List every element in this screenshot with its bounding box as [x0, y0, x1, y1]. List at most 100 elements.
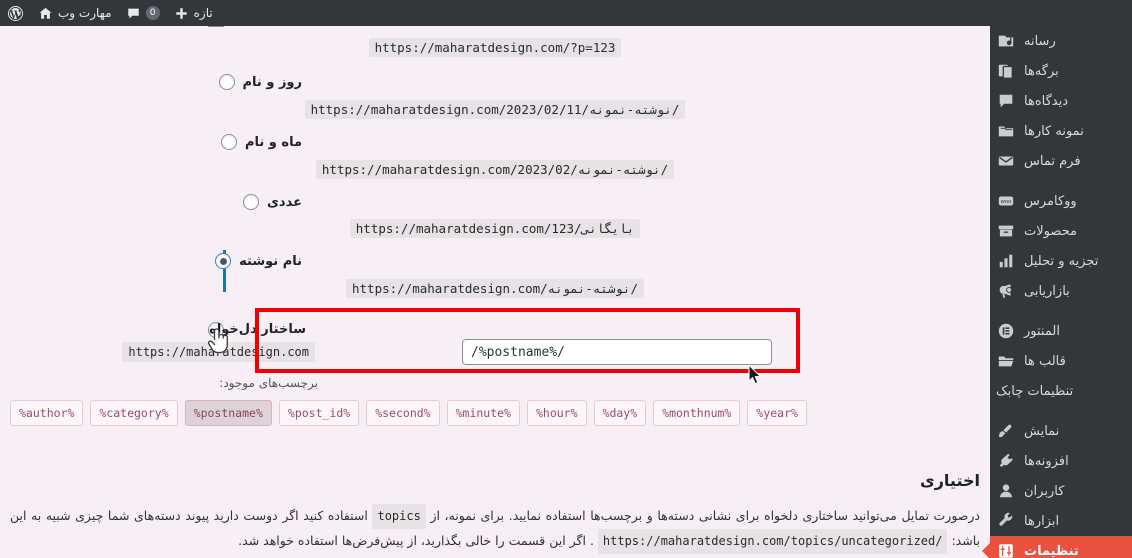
comment-icon: [126, 6, 141, 21]
menu-separator-3: [990, 406, 1132, 416]
permalink-radio-day-name[interactable]: [218, 74, 235, 90]
wordpress-logo-icon: [7, 5, 24, 22]
permalink-radio-post-name[interactable]: [215, 253, 232, 269]
tag-button-post-id[interactable]: %post_id%: [278, 400, 360, 426]
sidebar-item-media[interactable]: رسانه: [990, 26, 1132, 56]
sidebar-label-plugins: افزونه‌ها: [1024, 454, 1069, 469]
svg-text:woo: woo: [1001, 199, 1012, 205]
analytics-bars-icon: [996, 251, 1016, 271]
permalink-option-post-name[interactable]: نام نوشته: [215, 253, 302, 269]
sidebar-item-analytics[interactable]: تجزیه و تحلیل: [990, 246, 1132, 276]
permalink-option-month-name[interactable]: ماه و نام: [220, 134, 302, 150]
sidebar-label-comments: دیدگاه‌ها: [1024, 94, 1069, 109]
mouse-pointer-cursor-icon: [748, 363, 762, 389]
sidebar-item-plugins[interactable]: افزونه‌ها: [990, 446, 1132, 476]
permalink-example-plain-row: https://maharatdesign.com/?p=123: [0, 37, 990, 57]
optional-section-description: درصورت تمایل می‌توانید ساختاری دلخواه بر…: [10, 504, 980, 554]
adminbar-comments[interactable]: 0: [119, 0, 167, 26]
tag-button-hour[interactable]: %hour%: [526, 400, 587, 426]
sidebar-label-tools: ابزارها: [1024, 514, 1060, 529]
products-box-icon: [996, 221, 1016, 241]
permalink-label-day-name: روز و نام: [242, 74, 302, 90]
sidebar-label-media: رسانه: [1024, 34, 1056, 49]
adminbar-new-content[interactable]: تازه: [167, 0, 220, 26]
available-tags-label: برچسب‌های موجود:: [219, 376, 318, 390]
tag-button-postname[interactable]: %postname%: [184, 400, 272, 426]
tag-button-day[interactable]: %day%: [593, 400, 647, 426]
permalink-label-numeric: عددی: [267, 194, 302, 210]
settings-sliders-icon: [996, 541, 1016, 558]
custom-structure-input[interactable]: [462, 339, 772, 365]
sidebar-item-products[interactable]: محصولات: [990, 216, 1132, 246]
adminbar-site-name[interactable]: مهارت وب: [31, 0, 119, 26]
sidebar-item-comments[interactable]: دیدگاه‌ها: [990, 86, 1132, 116]
sidebar-item-users[interactable]: کاربران: [990, 476, 1132, 506]
permalink-label-post-name: نام نوشته: [239, 253, 302, 269]
sidebar-item-woocommerce[interactable]: woo ووکامرس: [990, 186, 1132, 216]
permalink-radio-month-name[interactable]: [220, 134, 237, 150]
appearance-brush-icon: [996, 421, 1016, 441]
permalink-example-month-name: https://maharatdesign.com/2023/02/نوشته-…: [315, 160, 675, 179]
elementor-icon: [996, 321, 1016, 341]
pages-icon: [996, 61, 1016, 81]
sidebar-item-templates[interactable]: قالب ها: [990, 346, 1132, 376]
permalink-example-numeric: https://maharatdesign.com/123/بایگانی: [349, 219, 641, 238]
sidebar-label-woocommerce: ووکامرس: [1024, 194, 1077, 209]
adminbar-wordpress-logo[interactable]: [0, 0, 31, 26]
sidebar-label-templates: قالب ها: [1024, 354, 1066, 369]
media-icon: [996, 31, 1016, 51]
tag-button-author[interactable]: %author%: [10, 400, 84, 426]
tag-button-second[interactable]: %second%: [366, 400, 440, 426]
menu-separator-1: [990, 176, 1132, 186]
tools-wrench-icon: [996, 511, 1016, 531]
sidebar-label-pages: برگه‌ها: [1024, 64, 1059, 79]
sidebar-label-analytics: تجزیه و تحلیل: [1024, 254, 1099, 269]
permalink-radio-numeric[interactable]: [243, 194, 260, 210]
sidebar-label-users: کاربران: [1024, 484, 1065, 499]
sidebar-label-products: محصولات: [1024, 224, 1077, 239]
adminbar-comment-count: 0: [145, 6, 160, 20]
sidebar-item-chabok-settings[interactable]: تنظیمات چابک: [990, 376, 1132, 406]
tag-button-monthnum[interactable]: %monthnum%: [653, 400, 741, 426]
optional-text-part3: . اگر این قسمت را خالی بگذارید، از پیش‌ف…: [238, 532, 594, 548]
marketing-megaphone-icon: [996, 281, 1016, 301]
adminbar-site-name-label: مهارت وب: [58, 6, 112, 20]
optional-code-example-url: https://maharatdesign.com/topics/uncateg…: [597, 528, 948, 554]
sidebar-label-settings: تنظیمات: [1024, 544, 1079, 558]
sidebar-label-chabok-settings: تنظیمات چابک: [996, 384, 1074, 399]
sidebar-item-marketing[interactable]: بازاریابی: [990, 276, 1132, 306]
permalink-option-numeric[interactable]: عددی: [243, 194, 302, 210]
permalink-option-day-name[interactable]: روز و نام: [218, 74, 302, 90]
plus-icon: [174, 6, 189, 21]
optional-code-topics: topics: [372, 504, 426, 529]
optional-section-title: اختیاری: [920, 471, 980, 490]
sidebar-item-portfolio[interactable]: نمونه کارها: [990, 116, 1132, 146]
permalink-tag-buttons: %author% %category% %postname% %post_id%…: [10, 400, 807, 426]
optional-text-part1: درصورت تمایل می‌توانید ساختاری دلخواه بر…: [430, 508, 980, 523]
tag-button-year[interactable]: %year%: [747, 400, 807, 426]
admin-bar: مهارت وب 0 تازه: [0, 0, 1132, 26]
tag-button-minute[interactable]: %minute%: [446, 400, 520, 426]
custom-structure-prefix: https://maharatdesign.com: [122, 342, 315, 362]
plugins-plug-icon: [996, 451, 1016, 471]
sidebar-item-settings[interactable]: تنظیمات: [982, 536, 1132, 558]
woocommerce-icon: woo: [996, 191, 1016, 211]
tag-button-category[interactable]: %category%: [90, 400, 178, 426]
sidebar-item-pages[interactable]: برگه‌ها: [990, 56, 1132, 86]
permalink-example-post-name-row: https://maharatdesign.com/نوشته-نمونه/: [0, 278, 990, 298]
templates-folder-icon: [996, 351, 1016, 371]
permalink-example-numeric-row: https://maharatdesign.com/123/بایگانی: [0, 218, 990, 238]
permalink-example-post-name: https://maharatdesign.com/نوشته-نمونه/: [346, 279, 644, 298]
permalink-settings-content: ساده سال و ماه و روز و نام https://mahar…: [0, 0, 990, 558]
sidebar-label-elementor: المنتور: [1024, 324, 1060, 339]
sidebar-item-elementor[interactable]: المنتور: [990, 316, 1132, 346]
permalink-example-month-name-row: https://maharatdesign.com/2023/02/نوشته-…: [0, 159, 990, 179]
permalink-example-day-name: https://maharatdesign.com/2023/02/11/نوش…: [304, 100, 686, 119]
custom-structure-label: ساختار دل‌خواه: [209, 322, 306, 337]
permalink-example-day-name-row: https://maharatdesign.com/2023/02/11/نوش…: [0, 99, 990, 119]
sidebar-item-contact-form[interactable]: فرم تماس: [990, 146, 1132, 176]
sidebar-label-appearance: نمایش: [1024, 424, 1060, 439]
sidebar-item-appearance[interactable]: نمایش: [990, 416, 1132, 446]
sidebar-item-tools[interactable]: ابزارها: [990, 506, 1132, 536]
permalink-example-plain: https://maharatdesign.com/?p=123: [368, 38, 622, 57]
